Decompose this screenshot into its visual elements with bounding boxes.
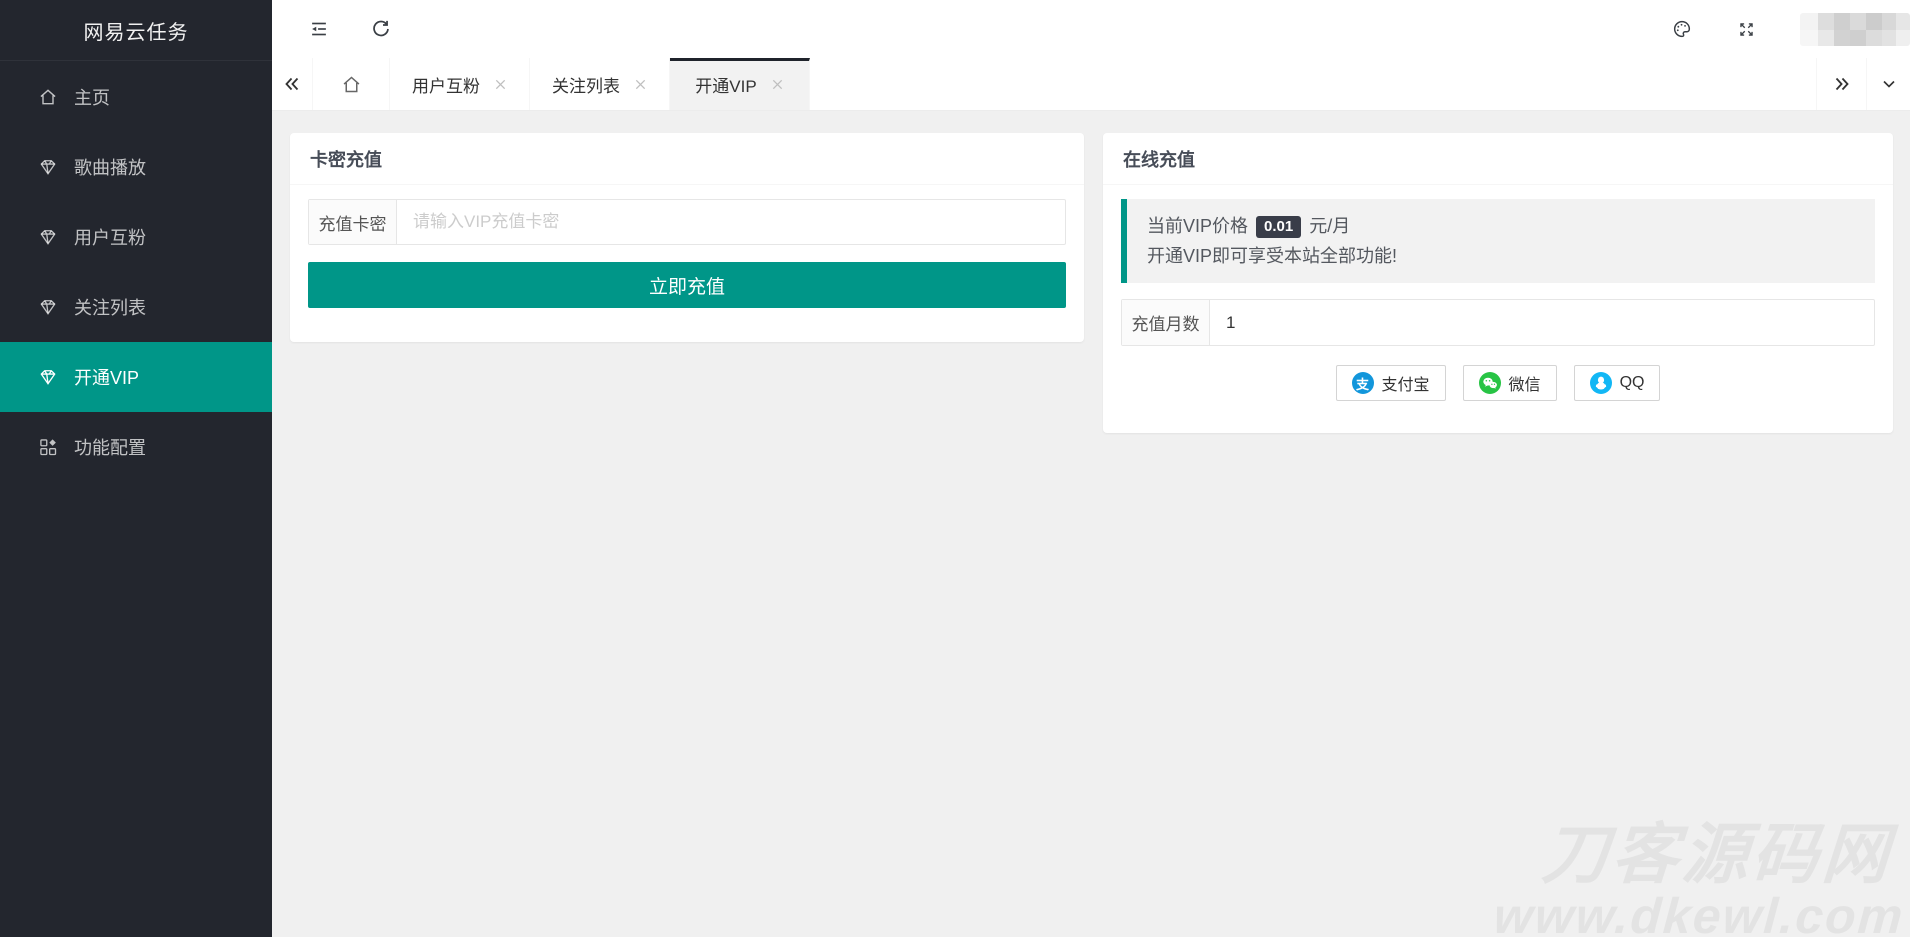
sidebar-item-label: 开通VIP xyxy=(74,364,139,390)
watermark-line1: 刀客源码网 xyxy=(1491,821,1906,887)
tabbar-spacer xyxy=(810,58,1816,110)
sidebar-item-label: 功能配置 xyxy=(74,434,146,460)
notice-line2: 开通VIP即可享受本站全部功能! xyxy=(1147,241,1855,271)
sidebar-item-song-play[interactable]: 歌曲播放 xyxy=(0,132,272,202)
qq-button[interactable]: QQ xyxy=(1574,365,1661,401)
fullscreen-icon[interactable] xyxy=(1737,20,1756,39)
tab-open-vip[interactable]: 开通VIP xyxy=(670,58,810,110)
alipay-button[interactable]: 支 支付宝 xyxy=(1336,365,1446,401)
home-icon xyxy=(38,87,58,107)
pay-label: QQ xyxy=(1620,374,1645,392)
sidebar-item-label: 用户互粉 xyxy=(74,224,146,250)
sidebar-item-label: 主页 xyxy=(74,84,110,110)
tab-label: 关注列表 xyxy=(552,72,620,97)
gem-icon xyxy=(38,367,58,387)
gem-icon xyxy=(38,157,58,177)
card-key-recharge: 卡密充值 充值卡密 立即充值 xyxy=(290,133,1084,342)
gem-icon xyxy=(38,297,58,317)
content-area: 刀客源码网 www.dkewl.com 卡密充值 充值卡密 立即充值 在线充值 … xyxy=(272,111,1910,937)
pay-label: 支付宝 xyxy=(1382,371,1430,395)
blurred-username[interactable] xyxy=(1800,13,1910,46)
sidebar-item-home[interactable]: 主页 xyxy=(0,62,272,132)
notice-line1: 当前VIP价格 0.01 元/月 xyxy=(1147,211,1855,241)
months-row: 充值月数 xyxy=(1121,299,1875,346)
qq-icon xyxy=(1590,372,1612,394)
gem-icon xyxy=(38,227,58,247)
watermark: 刀客源码网 www.dkewl.com xyxy=(1494,821,1904,937)
app-title: 网易云任务 xyxy=(0,0,272,61)
price-badge: 0.01 xyxy=(1256,216,1301,238)
card-title: 在线充值 xyxy=(1103,133,1893,185)
tab-follow-list[interactable]: 关注列表 xyxy=(530,58,670,110)
topbar xyxy=(272,0,1910,58)
recharge-key-label: 充值卡密 xyxy=(309,200,397,244)
tabs-scroll-right-button[interactable] xyxy=(1816,58,1866,110)
card-online-recharge: 在线充值 当前VIP价格 0.01 元/月 开通VIP即可享受本站全部功能! 充值月… xyxy=(1103,133,1893,433)
sidebar-item-follow-list[interactable]: 关注列表 xyxy=(0,272,272,342)
notice-suffix: 元/月 xyxy=(1309,216,1350,236)
collapse-menu-icon[interactable] xyxy=(308,18,330,40)
wechat-button[interactable]: 微信 xyxy=(1463,365,1557,401)
payment-methods: 支 支付宝 微信 QQ xyxy=(1121,365,1875,401)
notice-prefix: 当前VIP价格 xyxy=(1147,216,1248,236)
sidebar-item-label: 歌曲播放 xyxy=(74,154,146,180)
sidebar-item-open-vip[interactable]: 开通VIP xyxy=(0,342,272,412)
tabs-menu-button[interactable] xyxy=(1866,58,1910,110)
sidebar-menu: 主页 歌曲播放 用户互粉 关注列表 开通VIP xyxy=(0,61,272,482)
close-icon[interactable] xyxy=(634,78,647,91)
wechat-icon xyxy=(1479,372,1501,394)
tab-label: 开通VIP xyxy=(695,72,756,97)
close-icon[interactable] xyxy=(771,78,784,91)
sidebar-item-label: 关注列表 xyxy=(74,294,146,320)
alipay-icon: 支 xyxy=(1352,372,1374,394)
tab-label: 用户互粉 xyxy=(412,72,480,97)
watermark-line2: www.dkewl.com xyxy=(1492,891,1906,937)
recharge-key-row: 充值卡密 xyxy=(308,199,1066,245)
sidebar-item-mutual-follow[interactable]: 用户互粉 xyxy=(0,202,272,272)
theme-palette-icon[interactable] xyxy=(1671,18,1693,40)
component-icon xyxy=(38,437,58,457)
recharge-key-input[interactable] xyxy=(397,200,1065,244)
months-label: 充值月数 xyxy=(1122,300,1210,345)
tab-home[interactable] xyxy=(312,58,390,110)
months-input[interactable] xyxy=(1210,300,1874,345)
vip-price-notice: 当前VIP价格 0.01 元/月 开通VIP即可享受本站全部功能! xyxy=(1121,199,1875,283)
recharge-now-button[interactable]: 立即充值 xyxy=(308,262,1066,308)
card-title: 卡密充值 xyxy=(290,133,1084,185)
sidebar: 网易云任务 主页 歌曲播放 用户互粉 关注列表 xyxy=(0,0,272,937)
tabs-scroll-left-button[interactable] xyxy=(272,58,312,110)
close-icon[interactable] xyxy=(494,78,507,91)
pay-label: 微信 xyxy=(1509,371,1541,395)
tabbar: 用户互粉 关注列表 开通VIP xyxy=(272,58,1910,111)
sidebar-item-feature-config[interactable]: 功能配置 xyxy=(0,412,272,482)
tab-mutual-follow[interactable]: 用户互粉 xyxy=(390,58,530,110)
refresh-icon[interactable] xyxy=(370,18,392,40)
